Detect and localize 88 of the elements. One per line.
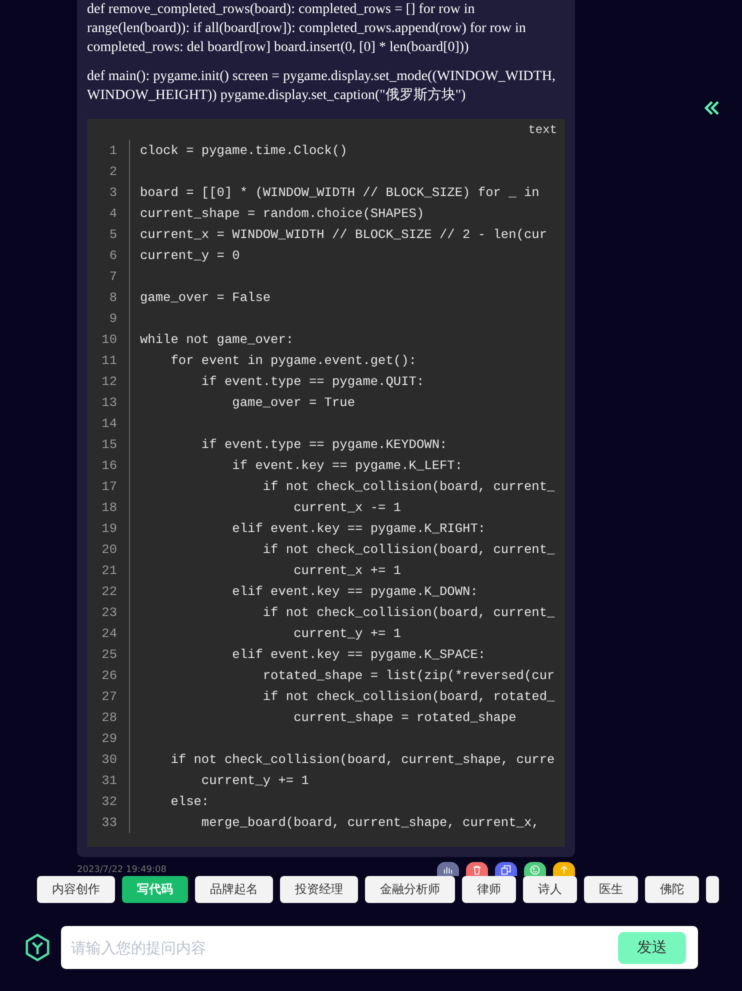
smiley-icon xyxy=(529,864,541,876)
line-number: 24 xyxy=(100,625,117,643)
code-line: current_x = WINDOW_WIDTH // BLOCK_SIZE // 2 - len(cur xyxy=(140,226,548,244)
role-chip[interactable]: 佛陀 xyxy=(645,876,699,903)
line-number: 17 xyxy=(100,478,117,496)
upload-icon xyxy=(558,864,570,876)
copy-button[interactable] xyxy=(495,862,517,876)
question-input[interactable]: 请输入您的提问内容 发送 xyxy=(61,926,698,969)
code-line: elif event.key == pygame.K_RIGHT: xyxy=(231,520,486,538)
line-number: 5 xyxy=(108,226,117,244)
line-number: 29 xyxy=(100,730,117,748)
message-paragraph: def remove_completed_rows(board): completed_rows = [] for row in range(len(board)): if all(board[row]): completed_rows.append(row) for row in completed_rows: del board[row] board.insert(0, [0] * len(board[0])) xyxy=(87,1,527,57)
line-number: 3 xyxy=(108,184,117,202)
collapse-icon[interactable] xyxy=(703,100,721,116)
line-number: 9 xyxy=(108,310,117,328)
role-chip[interactable]: 医生 xyxy=(584,876,638,903)
line-number: 30 xyxy=(100,751,117,769)
chart-button[interactable] xyxy=(437,862,459,876)
copy-icon xyxy=(500,864,512,876)
code-line: for event in pygame.event.get(): xyxy=(170,352,416,370)
line-number: 23 xyxy=(100,604,117,622)
timestamp: 2023/7/22 19:49:08 xyxy=(77,865,166,875)
line-number: 28 xyxy=(100,709,117,727)
line-number: 15 xyxy=(100,436,117,454)
code-line: board = [[0] * (WINDOW_WIDTH // BLOCK_SIZE) for _ in xyxy=(140,184,540,202)
line-number: 33 xyxy=(100,814,117,832)
language-label: text xyxy=(528,123,557,137)
role-chip[interactable]: 金融分析师 xyxy=(365,876,455,903)
line-number: 20 xyxy=(100,541,117,559)
line-number: 26 xyxy=(100,667,117,685)
code-line: current_y += 1 xyxy=(292,625,402,643)
partial-chip[interactable] xyxy=(706,876,719,903)
line-number: 19 xyxy=(100,520,117,538)
code-line: if not check_collision(board, rotated_ xyxy=(262,688,555,706)
logo-icon xyxy=(24,933,51,962)
code-line: current_x -= 1 xyxy=(292,499,402,517)
message-paragraph: def main(): pygame.init() screen = pygame.display.set_mode((WINDOW_WIDTH, WINDOW_HEIGHT)) pygame.display.set_caption("俄罗斯方块") xyxy=(87,68,556,105)
code-line: current_y = 0 xyxy=(140,247,240,265)
line-number: 12 xyxy=(100,373,117,391)
trash-icon xyxy=(471,864,483,876)
code-line: merge_board(board, current_shape, current_x, xyxy=(200,814,540,832)
code-line: if event.type == pygame.QUIT: xyxy=(200,373,424,391)
code-line: game_over = False xyxy=(140,289,271,307)
role-chip[interactable]: 投资经理 xyxy=(280,876,358,903)
line-number: 6 xyxy=(108,247,117,265)
code-line: if not check_collision(board, current_ xyxy=(262,604,555,622)
code-line: current_x += 1 xyxy=(292,562,402,580)
code-line: while not game_over: xyxy=(140,331,294,349)
line-number: 18 xyxy=(100,499,117,517)
line-number: 14 xyxy=(100,415,117,433)
line-number: 4 xyxy=(108,205,117,223)
code-line: elif event.key == pygame.K_SPACE: xyxy=(231,646,486,664)
role-chip[interactable]: 诗人 xyxy=(523,876,577,903)
line-number: 1 xyxy=(108,142,117,160)
line-number: 21 xyxy=(100,562,117,580)
code-line: if not check_collision(board, current_shape, curre xyxy=(170,751,555,769)
line-number: 22 xyxy=(100,583,117,601)
line-number: 10 xyxy=(100,331,117,349)
line-number: 25 xyxy=(100,646,117,664)
share-button[interactable] xyxy=(553,862,575,876)
code-line: if not check_collision(board, current_ xyxy=(262,541,555,559)
role-chip[interactable]: 品牌起名 xyxy=(195,876,273,903)
role-chip[interactable]: 律师 xyxy=(462,876,516,903)
code-line: else: xyxy=(170,793,210,811)
line-number: 31 xyxy=(100,772,117,790)
line-number: 27 xyxy=(100,688,117,706)
code-line: if not check_collision(board, current_ xyxy=(262,478,555,496)
code-line: clock = pygame.time.Clock() xyxy=(140,142,348,160)
line-number: 13 xyxy=(100,394,117,412)
role-chip[interactable]: 内容创作 xyxy=(37,876,115,903)
line-number: 32 xyxy=(100,793,117,811)
code-line: if event.type == pygame.KEYDOWN: xyxy=(200,436,448,454)
code-line: game_over = True xyxy=(231,394,356,412)
code-line: current_shape = random.choice(SHAPES) xyxy=(140,205,424,223)
line-number: 11 xyxy=(100,352,117,370)
code-line: if event.key == pygame.K_LEFT: xyxy=(231,457,463,475)
line-number: 8 xyxy=(108,289,117,307)
line-number: 2 xyxy=(108,163,117,181)
smile-button[interactable] xyxy=(524,862,546,876)
line-number: 7 xyxy=(108,268,117,286)
trash-button[interactable] xyxy=(466,862,488,876)
code-line: current_y += 1 xyxy=(200,772,309,790)
code-line: rotated_shape = list(zip(*reversed(cur xyxy=(262,667,555,685)
send-button[interactable]: 发送 xyxy=(618,932,686,964)
bar-chart-icon xyxy=(442,864,454,876)
code-line: current_shape = rotated_shape xyxy=(292,709,516,727)
line-number: 16 xyxy=(100,457,117,475)
code-line: elif event.key == pygame.K_DOWN: xyxy=(231,583,478,601)
